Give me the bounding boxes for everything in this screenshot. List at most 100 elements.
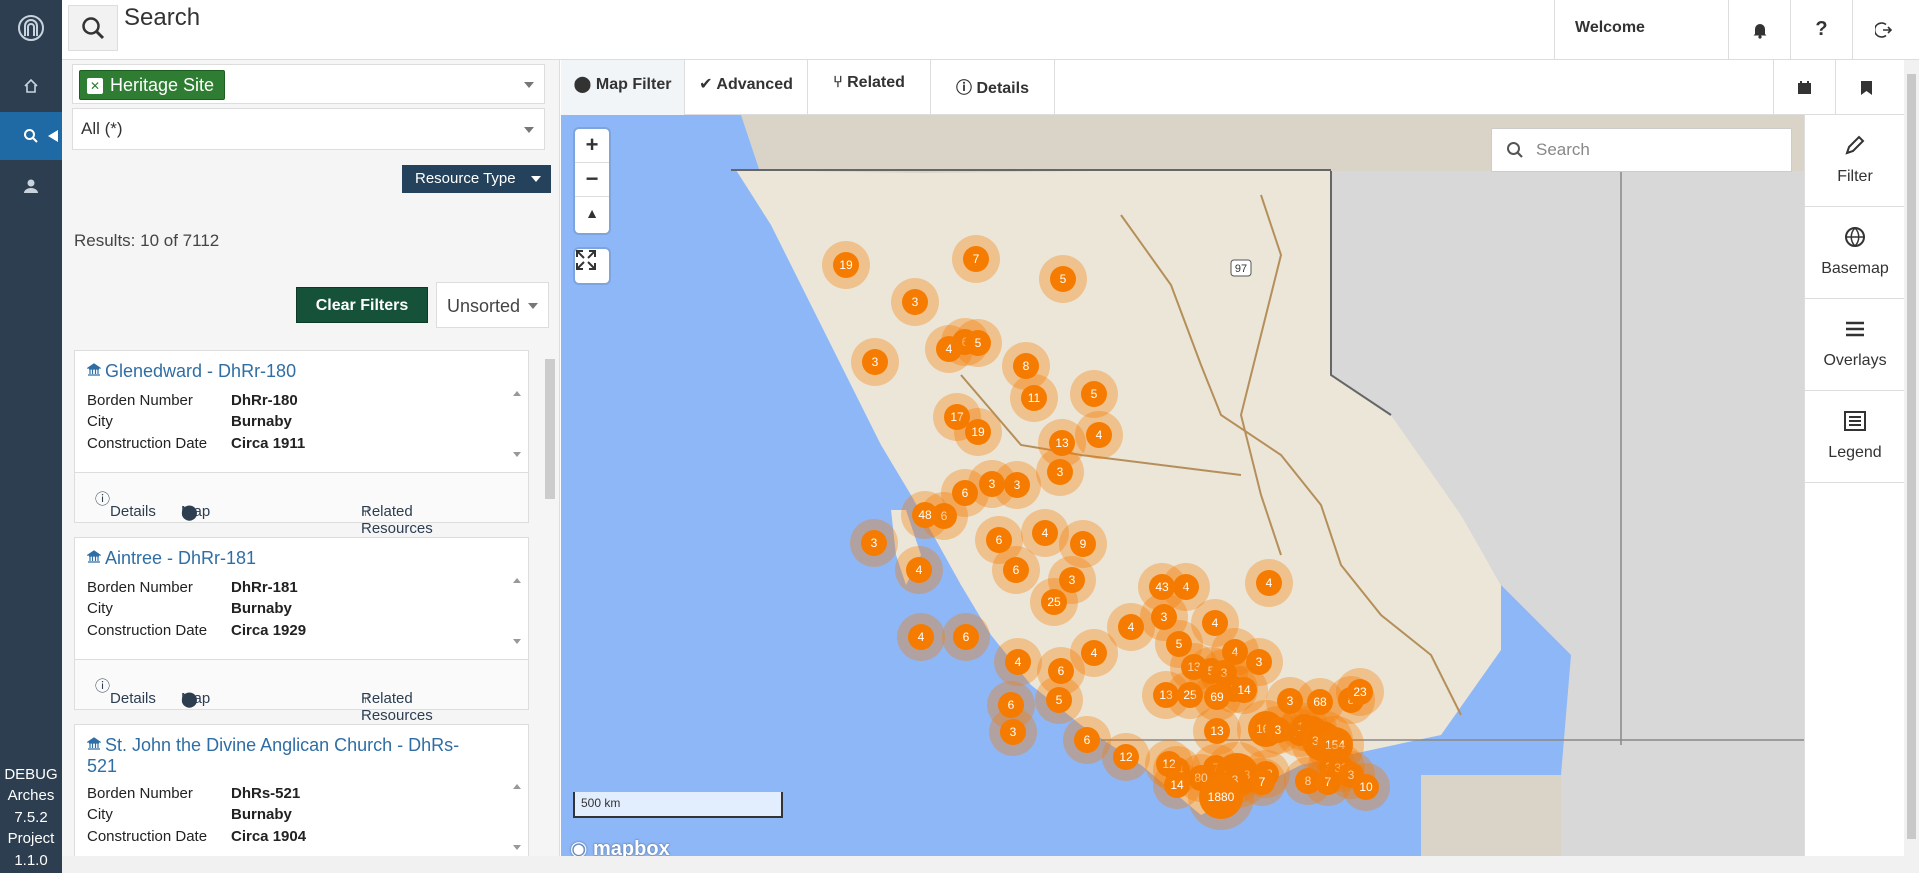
card-scrollbar[interactable] [513,576,521,646]
cluster-count-label: 19 [971,425,985,439]
result-title-text: Glenedward - DhRr-180 [105,361,297,381]
sign-out-icon [1874,21,1892,38]
results-toolbar: Results: 10 of 7112 Clear Filters Unsort… [62,220,560,328]
cluster-count-label: 11 [1028,391,1041,405]
basemap-tool-button[interactable]: Basemap [1805,207,1905,299]
calendar-button[interactable] [1773,60,1835,115]
all-filter-select[interactable]: All (*) [72,108,545,150]
result-title-link[interactable]: Aintree - DhRr-181 [87,548,256,569]
cluster-count-label: 3 [1256,655,1263,669]
notifications-button[interactable] [1728,0,1790,59]
result-field-row: Construction Date Circa 1911 [87,435,305,452]
page-vertical-scrollbar[interactable] [1904,60,1919,856]
caret-down-icon [531,176,541,182]
debug-line: 7.5.2 [14,808,48,826]
cluster-count-label: 4 [1212,616,1219,630]
cluster-count-label: 13 [1055,436,1069,450]
tab-map-filter[interactable]: ⬤ Map Filter [561,60,685,115]
welcome-user-menu[interactable]: Welcome [1554,0,1728,59]
tab-label: Related [847,74,905,91]
cluster-count-label: 5 [1056,693,1063,707]
building-icon [87,550,101,563]
field-label: Construction Date [87,435,208,452]
tab-related[interactable]: ⑂ Related [808,60,931,115]
left-nav: DEBUG Arches 7.5.2 Project 1.1.0 [0,0,62,873]
compass-icon: ▲ [585,205,599,221]
active-caret-icon [48,130,58,142]
cluster-count-label: 5 [1060,272,1067,286]
term-filter-select[interactable]: ✕ Heritage Site [72,64,545,104]
result-card: Glenedward - DhRr-180 Borden Number DhRr-… [74,350,529,537]
map-canvas[interactable]: 19 7 5 3 3 6 5 4 8 11 5 17 13 19 4 3 3 6 3 6 48 4 3 6 9 6 3 4 4 6 4 25 4… [561,115,1804,856]
sitemap-icon: ⑂ [833,74,843,91]
arches-logo-icon[interactable] [17,14,45,42]
home-nav-button[interactable] [0,62,62,110]
remove-filter-icon[interactable]: ✕ [87,78,103,94]
debug-line: 1.1.0 [14,851,48,869]
logout-button[interactable] [1852,0,1914,59]
card-scrollbar[interactable] [513,782,521,852]
chevron-down-icon [524,127,534,133]
help-button[interactable]: ? [1790,0,1852,59]
cluster-count-label: 3 [871,536,878,550]
cluster-count-label: 23 [1353,685,1367,699]
overlays-tool-button[interactable]: Overlays [1805,299,1905,391]
details-link[interactable]: ⓘ Details [95,675,156,707]
field-value: Circa 1911 [231,435,306,452]
legend-tool-button[interactable]: Legend [1805,391,1905,483]
search-results-panel: ✕ Heritage Site All (*) Resource Type Re… [62,60,560,873]
page-horizontal-scrollbar[interactable] [62,856,1919,873]
map-search-input[interactable]: Search [1491,128,1792,172]
details-link[interactable]: ⓘ Details [95,488,156,520]
filter-tool-button[interactable]: Filter [1805,115,1905,207]
clear-filters-button[interactable]: Clear Filters [296,287,428,323]
cluster-count-label: 69 [1210,690,1224,704]
cluster-count-label: 10 [1359,780,1373,794]
zoom-in-button[interactable]: + [575,129,609,163]
field-label: City [87,600,113,617]
field-value: Burnaby [231,806,292,823]
heritage-site-filter-tag[interactable]: ✕ Heritage Site [79,70,226,100]
chevron-down-icon [524,82,534,88]
top-bar: Search Welcome ? [62,0,1919,60]
filter-tag-label: Heritage Site [110,75,215,95]
field-label: Borden Number [87,579,193,596]
info-circle-icon: ⓘ [956,80,973,97]
profile-nav-button[interactable] [0,162,62,210]
bell-icon [1753,23,1766,39]
cluster-count-label: 3 [989,477,996,491]
details-label: Details [110,690,156,707]
home-icon [24,78,38,93]
results-list: Glenedward - DhRr-180 Borden Number DhRr-… [62,342,560,873]
result-title-link[interactable]: St. John the Divine Anglican Church - Dh… [87,735,459,777]
cluster-count-label: 8 [1023,359,1030,373]
field-value: DhRr-180 [231,392,298,409]
search-toggle-button[interactable] [68,5,118,51]
sort-select[interactable]: Unsorted [436,282,549,328]
compass-button[interactable]: ▲ [575,197,609,231]
results-scrollbar[interactable] [541,343,557,873]
field-label: City [87,806,113,823]
scrollbar-thumb[interactable] [1907,74,1916,839]
cluster-count-label: 48 [918,508,932,522]
page-title: Search [124,4,201,31]
result-title-link[interactable]: Glenedward - DhRr-180 [87,361,296,382]
card-scrollbar[interactable] [513,389,521,459]
resource-type-button[interactable]: Resource Type [402,165,551,193]
tab-details[interactable]: ⓘ Details [931,60,1055,115]
field-label: Borden Number [87,392,193,409]
cluster-count-label: 4 [1096,428,1103,442]
cluster-count-label: 14 [1170,778,1184,792]
details-label: Details [110,503,156,520]
scrollbar-thumb[interactable] [545,359,555,499]
mapbox-logo[interactable]: ◉ mapbox [570,836,670,856]
tab-advanced[interactable]: ✔ Advanced [685,60,808,115]
search-nav-button[interactable] [0,112,62,160]
zoom-out-button[interactable]: − [575,163,609,197]
debug-line: Project [7,830,55,847]
result-field-row: Borden Number DhRr-180 [87,392,298,409]
saved-searches-button[interactable] [1835,60,1897,115]
fullscreen-button[interactable] [575,249,609,283]
building-icon [87,363,101,376]
cluster-count-label: 6 [1084,733,1091,747]
